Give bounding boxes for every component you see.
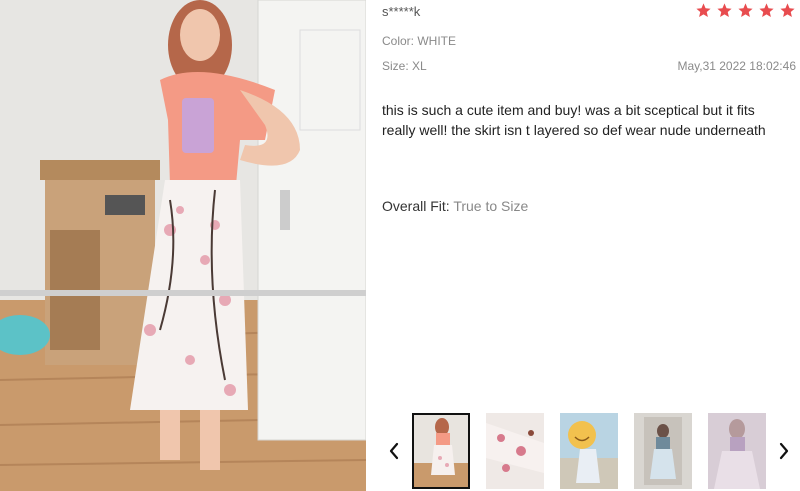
thumbnail-2[interactable] — [486, 413, 544, 489]
fit-value: True to Size — [453, 198, 529, 214]
main-review-photo[interactable] — [0, 0, 366, 491]
thumbnail-3[interactable] — [560, 413, 618, 489]
star-icon — [716, 2, 733, 19]
overall-fit: Overall Fit: True to Size — [382, 198, 528, 214]
star-icon — [737, 2, 754, 19]
thumbnail-carousel — [382, 413, 800, 491]
review-date: May,31 2022 18:02:46 — [677, 59, 796, 73]
star-icon — [758, 2, 775, 19]
star-icon — [779, 2, 796, 19]
star-rating — [695, 2, 796, 19]
review-text: this is such a cute item and buy! was a … — [382, 102, 766, 138]
thumbnail-4[interactable] — [634, 413, 692, 489]
review-panel: s*****k Color: WHITE Size: XL May,31 202… — [366, 0, 800, 491]
chevron-left-icon[interactable] — [386, 439, 402, 463]
star-icon — [695, 2, 712, 19]
size-label: Size: XL — [382, 59, 427, 73]
thumbnail-5[interactable] — [708, 413, 766, 489]
chevron-right-icon[interactable] — [776, 439, 792, 463]
color-label: Color: WHITE — [382, 34, 457, 48]
reviewer-name: s*****k — [382, 4, 421, 19]
fit-label: Overall Fit: — [382, 198, 450, 214]
thumbnail-1[interactable] — [412, 413, 470, 489]
